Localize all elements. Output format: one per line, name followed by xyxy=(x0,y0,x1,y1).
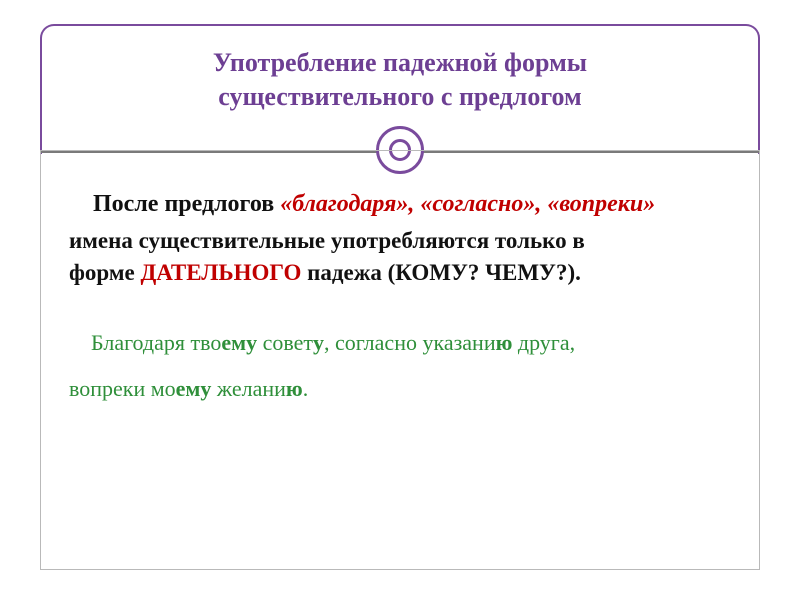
ex1-b: ему xyxy=(221,330,257,355)
ex1-f: ю xyxy=(496,330,513,355)
example-line-2: вопреки моему желанию. xyxy=(69,366,731,412)
rule3-q: (КОМУ? ЧЕМУ?). xyxy=(382,260,581,285)
rule-line-3: форме ДАТЕЛЬНОГО падежа (КОМУ? ЧЕМУ?). xyxy=(69,260,731,286)
rule3-case: ДАТЕЛЬНОГО xyxy=(140,260,301,285)
prep-soglasno: «согласно» xyxy=(420,191,535,217)
prep-blagodarya: «благодаря» xyxy=(280,191,408,217)
slide: Употребление падежной формы существитель… xyxy=(0,0,800,600)
slide-title: Употребление падежной формы существитель… xyxy=(72,46,728,114)
ex1-a: Благодаря тво xyxy=(91,330,221,355)
ex1-d: у xyxy=(313,330,324,355)
intro-line: После предлогов «благодаря», «согласно»,… xyxy=(69,191,731,218)
ex2-d: ю xyxy=(286,376,303,401)
ex1-g: друга, xyxy=(512,330,575,355)
example-line-1: Благодаря твоему совету, согласно указан… xyxy=(69,320,731,366)
title-line-2: существительного с предлогом xyxy=(218,82,581,111)
rule3-a: форме xyxy=(69,260,140,285)
rule3-b: падежа xyxy=(301,260,382,285)
ex2-e: . xyxy=(303,376,309,401)
rule-line-2: имена существительные употребляются толь… xyxy=(69,228,731,254)
ex2-a: вопреки мо xyxy=(69,376,176,401)
sep-1: , xyxy=(408,191,420,217)
title-line-1: Употребление падежной формы xyxy=(213,48,587,77)
ex1-e: , согласно указани xyxy=(324,330,496,355)
intro-prefix: После предлогов xyxy=(93,191,280,217)
prep-vopreki: «вопреки» xyxy=(547,191,655,217)
ex2-b: ему xyxy=(176,376,212,401)
sep-2: , xyxy=(535,191,547,217)
examples-block: Благодаря твоему совету, согласно указан… xyxy=(69,320,731,412)
ex1-c: совет xyxy=(257,330,313,355)
ex2-c: желани xyxy=(211,376,285,401)
content-frame: После предлогов «благодаря», «согласно»,… xyxy=(40,150,760,570)
